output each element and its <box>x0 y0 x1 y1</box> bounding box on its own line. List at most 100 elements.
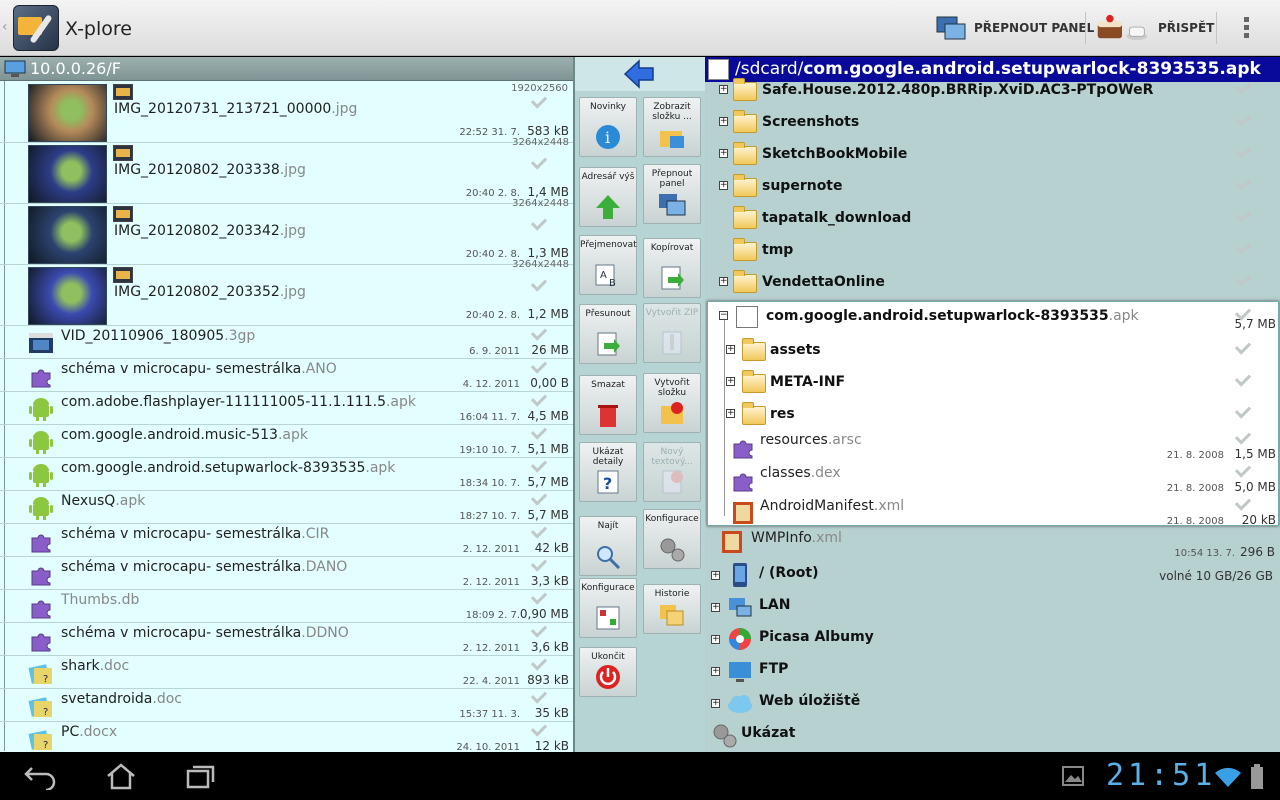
checkbox[interactable] <box>530 324 548 341</box>
collapse-toggle[interactable]: − <box>719 311 728 320</box>
overflow-menu-icon[interactable] <box>1244 17 1250 41</box>
apk-root-row[interactable]: − com.google.android.setupwarlock-8393535… <box>708 302 1278 334</box>
checkbox[interactable] <box>1235 78 1253 95</box>
right-panel[interactable]: /sdcard/com.google.android.setupwarlock-… <box>705 57 1280 752</box>
checkbox[interactable] <box>1234 370 1252 387</box>
toolbar-button[interactable]: Ukázat detaily? <box>579 442 637 502</box>
checkbox[interactable] <box>530 588 548 605</box>
back-icon[interactable] <box>24 762 58 790</box>
left-panel[interactable]: 10.0.0.26/F 1920x2560 IMG_20120731_21372… <box>0 57 575 752</box>
folder-row[interactable]: + Safe.House.2012.480p.BRRip.XviD.AC3-PTp… <box>705 74 1280 106</box>
folder-row[interactable]: + supernote <box>705 170 1280 202</box>
toolbar-button[interactable]: Zobrazit složku ... <box>643 97 701 157</box>
toolbar-button[interactable]: Kopírovat <box>643 238 701 298</box>
toolbar-button[interactable]: Vytvořit složku <box>643 373 701 433</box>
folder-row[interactable]: + SketchBookMobile <box>705 138 1280 170</box>
toolbar-button[interactable]: Přepnout panel <box>643 164 701 224</box>
checkbox[interactable] <box>1235 174 1253 191</box>
folder-row[interactable]: + META-INF <box>708 366 1278 398</box>
checkbox[interactable] <box>530 153 548 170</box>
expand-toggle[interactable]: + <box>726 377 735 386</box>
file-row[interactable]: com.adobe.flashplayer-111111005-11.1.111… <box>0 390 573 425</box>
checkbox[interactable] <box>530 357 548 374</box>
checkbox[interactable] <box>530 555 548 572</box>
file-row[interactable]: IMG_20120731_213721_00000.jpg 22:52 31. 7… <box>0 82 573 148</box>
toolbar-button[interactable]: Smazat <box>579 375 637 435</box>
checkbox[interactable] <box>530 720 548 737</box>
file-row[interactable]: schéma v microcapu- semestrálka.DANO 2. 1… <box>0 555 573 590</box>
checkbox[interactable] <box>530 621 548 638</box>
folder-row[interactable]: + Screenshots <box>705 106 1280 138</box>
toolbar-button[interactable]: Novinky i <box>579 97 637 157</box>
checkbox[interactable] <box>1235 238 1253 255</box>
file-row[interactable]: ? PC.docx 24. 10. 2011 12 kB <box>0 720 573 752</box>
left-panel-path[interactable]: 10.0.0.26/F <box>0 57 573 81</box>
file-row[interactable]: schéma v microcapu- semestrálka.DDNO 2. 1… <box>0 621 573 656</box>
expand-toggle[interactable]: + <box>719 277 728 286</box>
root-location-row[interactable]: Ukázat <box>705 719 1280 751</box>
file-row[interactable]: ? shark.doc 22. 4. 2011 893 kB <box>0 654 573 689</box>
checkbox[interactable] <box>530 92 548 109</box>
file-row[interactable]: schéma v microcapu- semestrálka.CIR 2. 12… <box>0 522 573 557</box>
checkbox[interactable] <box>530 687 548 704</box>
expand-toggle[interactable]: + <box>711 603 720 612</box>
checkbox[interactable] <box>1235 270 1253 287</box>
checkbox[interactable] <box>530 275 548 292</box>
checkbox[interactable] <box>530 654 548 671</box>
toolbar-button[interactable]: Přesunout <box>579 304 637 364</box>
file-row[interactable]: ? svetandroida.doc 15:37 11. 3. 35 kB <box>0 687 573 722</box>
file-row[interactable]: IMG_20120802_203342.jpg 20:40 2. 8. 1,3 MB… <box>0 204 573 270</box>
app-icon[interactable] <box>13 5 59 51</box>
file-row[interactable]: AndroidManifest.xml 21. 8. 2008 20 kB <box>708 494 1278 529</box>
toolbar-button[interactable]: Historie <box>643 584 701 634</box>
checkbox[interactable] <box>1234 461 1252 478</box>
file-row[interactable]: schéma v microcapu- semestrálka.ANO 4. 12… <box>0 357 573 392</box>
toolbar-button[interactable]: Přejmenovat A B <box>579 235 637 295</box>
root-location-row[interactable]: + LAN <box>705 591 1280 623</box>
clock[interactable]: 21:51 <box>1106 758 1216 793</box>
expand-toggle[interactable]: + <box>719 181 728 190</box>
checkbox[interactable] <box>530 390 548 407</box>
root-location-row[interactable]: + Web úložiště <box>705 687 1280 719</box>
expand-toggle[interactable]: + <box>719 149 728 158</box>
file-row[interactable]: NexusQ.apk 18:27 10. 7. 5,7 MB <box>0 489 573 524</box>
expand-toggle[interactable]: + <box>711 635 720 644</box>
checkbox[interactable] <box>1235 206 1253 223</box>
folder-row[interactable]: tmp <box>705 234 1280 266</box>
checkbox[interactable] <box>530 214 548 231</box>
expand-toggle[interactable]: + <box>719 85 728 94</box>
file-row[interactable]: resources.arsc 21. 8. 2008 1,5 MB <box>708 428 1278 463</box>
toolbar-button[interactable]: Konfigurace <box>643 509 701 569</box>
file-row[interactable]: Thumbs.db 18:09 2. 7. 0,90 MB <box>0 588 573 623</box>
file-row[interactable]: classes.dex 21. 8. 2008 5,0 MB <box>708 461 1278 496</box>
recent-apps-icon[interactable] <box>184 762 218 790</box>
root-location-row[interactable]: + / (Root) volné 10 GB/26 GB <box>705 559 1280 591</box>
file-row[interactable]: com.google.android.setupwarlock-8393535.… <box>0 456 573 491</box>
panel-direction-arrow-icon[interactable] <box>623 59 655 89</box>
home-icon[interactable] <box>104 762 138 790</box>
file-row[interactable]: VID_20110906_180905.3gp 6. 9. 2011 26 MB <box>0 324 573 359</box>
checkbox[interactable] <box>530 456 548 473</box>
expand-toggle[interactable]: + <box>711 571 720 580</box>
toolbar-button[interactable]: Ukončit <box>579 647 637 697</box>
file-row[interactable]: IMG_20120802_203338.jpg 20:40 2. 8. 1,4 MB… <box>0 143 573 209</box>
expand-toggle[interactable]: + <box>711 699 720 708</box>
checkbox[interactable] <box>1235 142 1253 159</box>
checkbox[interactable] <box>530 489 548 506</box>
folder-row[interactable]: + VendettaOnline <box>705 266 1280 298</box>
checkbox[interactable] <box>1234 402 1252 419</box>
toolbar-button[interactable]: Adresář výš <box>579 167 637 227</box>
folder-row[interactable]: + assets <box>708 334 1278 366</box>
toolbar-button[interactable]: Najít <box>579 516 637 576</box>
root-location-row[interactable]: + FTP <box>705 655 1280 687</box>
gallery-notification-icon[interactable] <box>1062 766 1084 786</box>
apk-archive-box[interactable]: − com.google.android.setupwarlock-8393535… <box>707 301 1279 529</box>
file-row[interactable]: IMG_20120802_203352.jpg 20:40 2. 8. 1,2 MB <box>0 265 573 326</box>
expand-toggle[interactable]: + <box>726 345 735 354</box>
expand-toggle[interactable]: + <box>719 117 728 126</box>
checkbox[interactable] <box>530 522 548 539</box>
folder-row[interactable]: + res <box>708 398 1278 430</box>
checkbox[interactable] <box>1234 338 1252 355</box>
file-row[interactable]: WMPInfo.xml 10:54 13. 7. 296 B <box>705 526 1280 559</box>
donate-button[interactable]: PŘISPĚT <box>1094 0 1214 56</box>
